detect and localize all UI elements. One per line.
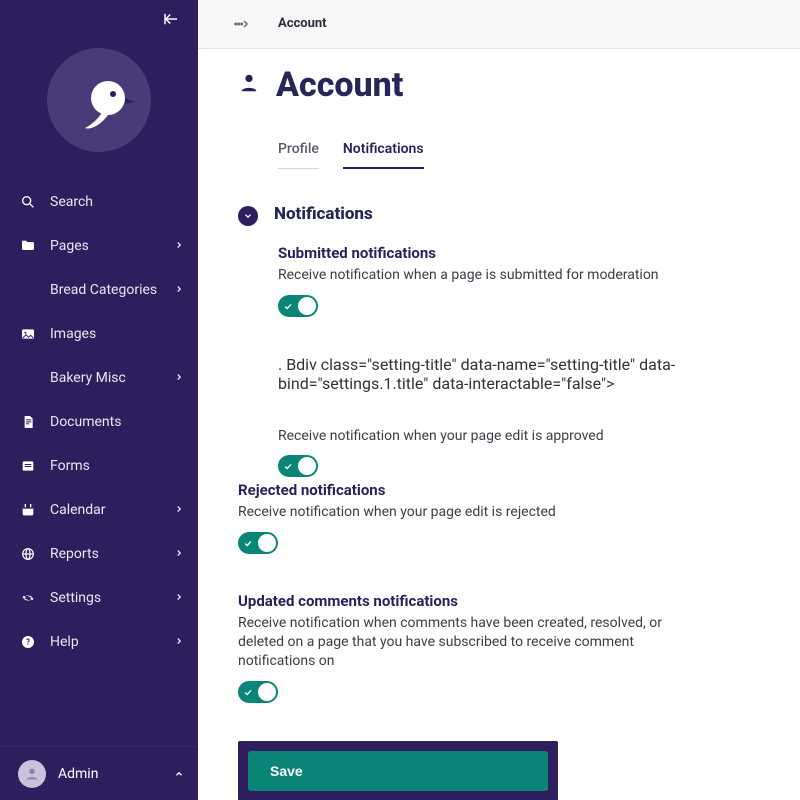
sidebar-item-images[interactable]: Images (0, 312, 198, 356)
toggle-knob (298, 297, 316, 315)
setting-approved: . Bdiv class="setting-title" data-name="… (278, 355, 760, 393)
folder-icon (18, 238, 38, 254)
sidebar: Search Pages Bread Categories Images Bak (0, 0, 198, 800)
page-title: Account (276, 65, 403, 105)
check-icon (283, 296, 293, 315)
sidebar-item-label: Settings (50, 590, 174, 606)
search-icon (18, 194, 38, 210)
setting-rejected: Rejected notifications Receive notificat… (238, 481, 760, 558)
toggle-approved[interactable] (278, 455, 318, 477)
toggle-updated-comments[interactable] (238, 681, 278, 703)
sidebar-item-documents[interactable]: Documents (0, 400, 198, 444)
sidebar-search[interactable]: Search (0, 180, 198, 224)
chevron-right-icon (174, 238, 184, 254)
toggle-rejected[interactable] (238, 532, 278, 554)
chevron-right-icon (174, 502, 184, 518)
setting-desc: Receive notification when your page edit… (238, 503, 698, 522)
section-collapse-button[interactable] (238, 206, 258, 226)
setting-title: Rejected notifications (238, 481, 760, 499)
chevron-right-icon (174, 546, 184, 562)
save-button[interactable]: Save (248, 751, 548, 791)
setting-title: Submitted notifications (278, 244, 760, 262)
sidebar-item-label: Bread Categories (50, 282, 174, 298)
cog-icon (18, 590, 38, 606)
sidebar-item-calendar[interactable]: Calendar (0, 488, 198, 532)
setting-title: Updated comments notifications (238, 592, 760, 610)
setting-desc: Receive notification when your page edit… (278, 427, 738, 446)
sidebar-search-label: Search (50, 194, 184, 210)
chevron-right-icon (174, 370, 184, 386)
setting-desc: Receive notification when a page is subm… (278, 266, 738, 285)
toggle-knob (258, 683, 276, 701)
main: Account Account Profile Notifications No… (198, 0, 800, 800)
logo[interactable] (0, 38, 198, 180)
sidebar-user-menu[interactable]: Admin (0, 746, 198, 800)
chevron-up-icon (174, 764, 184, 783)
svg-text:?: ? (26, 638, 30, 647)
sidebar-item-label: Help (50, 634, 174, 650)
sidebar-item-label: Calendar (50, 502, 174, 518)
sidebar-item-label: Pages (50, 238, 174, 254)
sidebar-item-bakery-misc[interactable]: Bakery Misc (0, 356, 198, 400)
help-icon: ? (18, 634, 38, 650)
sidebar-item-forms[interactable]: Forms (0, 444, 198, 488)
toggle-submitted[interactable] (278, 295, 318, 317)
calendar-icon (18, 502, 38, 518)
image-icon (18, 326, 38, 342)
sidebar-item-bread-categories[interactable]: Bread Categories (0, 268, 198, 312)
chevron-right-icon (174, 282, 184, 298)
breadcrumb-current: Account (278, 16, 327, 31)
tabs: Profile Notifications (238, 131, 760, 170)
sidebar-item-label: Bakery Misc (50, 370, 174, 386)
action-bar: Save (238, 741, 558, 800)
check-icon (243, 682, 253, 701)
breadcrumb-expand-icon[interactable] (232, 15, 250, 33)
avatar (18, 760, 46, 788)
chevron-down-icon (243, 211, 253, 221)
document-icon (18, 414, 38, 430)
sidebar-item-help[interactable]: ? Help (0, 620, 198, 664)
form-icon (18, 458, 38, 474)
setting-submitted: Submitted notifications Receive notifica… (278, 244, 760, 321)
collapse-icon (162, 10, 180, 28)
setting-desc: Receive notification when comments have … (238, 614, 698, 671)
breadcrumb: Account (198, 0, 800, 49)
sidebar-item-label: Images (50, 326, 184, 342)
sidebar-item-reports[interactable]: Reports (0, 532, 198, 576)
tab-profile[interactable]: Profile (278, 131, 319, 169)
sidebar-item-label: Forms (50, 458, 184, 474)
toggle-knob (258, 534, 276, 552)
sidebar-item-settings[interactable]: Settings (0, 576, 198, 620)
sidebar-user-label: Admin (58, 766, 174, 782)
chevron-right-icon (174, 590, 184, 606)
check-icon (243, 534, 253, 553)
bird-logo-icon (47, 48, 151, 152)
setting-updated-comments: Updated comments notifications Receive n… (238, 592, 760, 707)
sidebar-item-label: Documents (50, 414, 184, 430)
globe-icon (18, 546, 38, 562)
check-icon (283, 457, 293, 476)
section-title: Notifications (274, 204, 373, 224)
sidebar-item-label: Reports (50, 546, 174, 562)
tab-notifications[interactable]: Notifications (343, 131, 424, 169)
chevron-right-icon (174, 634, 184, 650)
sidebar-collapse-button[interactable] (0, 0, 198, 38)
user-icon (238, 72, 260, 98)
toggle-knob (298, 457, 316, 475)
sidebar-item-pages[interactable]: Pages (0, 224, 198, 268)
